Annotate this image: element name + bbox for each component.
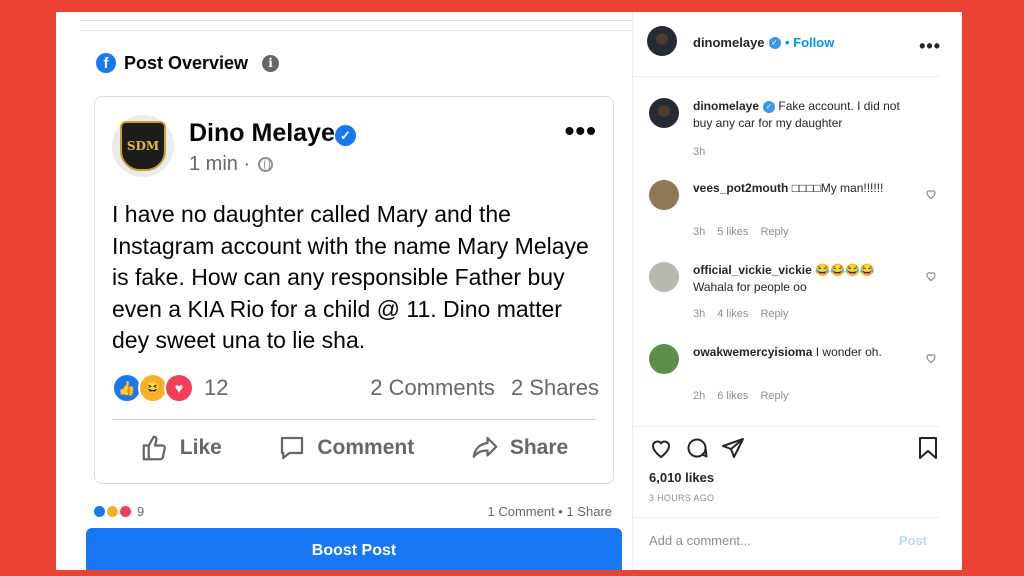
sdm-logo: SDM [120,121,166,171]
avatar[interactable] [649,98,679,128]
like-reaction-icon [94,506,105,517]
panel-header: f Post Overview i [96,50,280,76]
avatar[interactable] [649,262,679,292]
comment-meta: 2h 6 likes Reply [693,390,789,402]
post-comment-button[interactable]: Post [899,533,927,548]
reply-button[interactable]: Reply [760,390,788,402]
avatar[interactable] [649,180,679,210]
love-reaction-icon: ♥ [164,373,194,403]
page-avatar[interactable]: SDM [112,115,174,177]
caption-comment: dinomelaye ✓ Fake account. I did not buy … [649,98,939,178]
comment-text: □□□□My man!!!!!! [791,181,884,195]
comment-time[interactable]: 2h [693,390,705,402]
more-options-icon[interactable]: ••• [919,36,941,57]
like-label: Like [179,436,222,459]
comment-username[interactable]: vees_pot2mouth [693,181,788,195]
comment-likes[interactable]: 4 likes [717,308,748,320]
post-timestamp[interactable]: 3 HOURS AGO [649,493,714,503]
heart-icon[interactable] [925,188,937,200]
header-user-line: dinomelaye ✓ • Follow [693,34,834,52]
likes-count[interactable]: 6,010 likes [649,470,714,485]
share-arrow-icon [472,436,498,458]
facebook-logo-icon: f [96,53,116,73]
post-action-bar: Like Comment Share [112,433,596,463]
reply-button[interactable]: Reply [760,308,788,320]
comment-bubble-icon [281,436,304,460]
like-button[interactable]: Like [140,433,222,463]
post-action-bar [649,436,939,464]
divider [112,419,596,420]
divider [80,30,632,31]
divider [633,76,939,77]
facebook-post-overview-panel: f Post Overview i SDM Dino Melaye ✓ 1 mi… [80,12,632,570]
comment-time[interactable]: 3h [693,308,705,320]
divider [80,20,632,21]
comment-meta: 3h [693,146,705,158]
haha-reaction-icon [107,506,118,517]
reaction-count: 12 [204,375,229,400]
comment-body: dinomelaye ✓ Fake account. I did not buy … [693,98,901,132]
comment-likes[interactable]: 5 likes [717,226,748,238]
comment-item: vees_pot2mouth □□□□My man!!!!!! 3h 5 lik… [649,180,939,240]
post-author-name[interactable]: Dino Melaye [189,119,335,148]
comment-body: vees_pot2mouth □□□□My man!!!!!! [693,180,901,197]
panel-title: Post Overview [124,52,249,73]
mini-reactions[interactable]: 9 [94,504,144,519]
bookmark-icon[interactable] [917,436,939,460]
love-reaction-icon [120,506,131,517]
share-icon[interactable] [721,436,745,460]
post-stats: 2 Comments 2 Shares [370,375,599,401]
follow-button[interactable]: • Follow [785,35,834,50]
verified-badge-icon: ✓ [768,36,781,49]
instagram-post-panel: dinomelaye ✓ • Follow ••• dinomelaye ✓ Fak… [632,12,962,570]
screenshot-frame: f Post Overview i SDM Dino Melaye ✓ 1 mi… [56,12,962,570]
comment-username[interactable]: dinomelaye [693,99,759,113]
comment-time[interactable]: 3h [693,226,705,238]
comment-text: I wonder oh. [815,345,882,359]
boost-post-button[interactable]: Boost Post [86,528,622,570]
divider [633,426,939,427]
comment-username[interactable]: owakwemercyisioma [693,345,812,359]
comment-item: owakwemercyisioma I wonder oh. 2h 6 like… [649,344,939,404]
comment-body: owakwemercyisioma I wonder oh. [693,344,901,361]
avatar[interactable] [647,26,677,56]
comment-button[interactable]: Comment [277,433,414,463]
header-username[interactable]: dinomelaye [693,35,765,50]
post-card: SDM Dino Melaye ✓ 1 min · ••• I have no … [94,96,614,484]
post-timestamp[interactable]: 1 min · [189,153,250,176]
info-icon[interactable]: i [262,54,280,72]
globe-icon [258,157,273,172]
comment-time[interactable]: 3h [693,146,705,158]
reaction-count: 9 [137,504,145,519]
share-button[interactable]: Share [470,433,568,463]
instagram-post-header: dinomelaye ✓ • Follow ••• [633,22,941,68]
thumbs-up-icon [142,435,166,461]
comment-item: official_vickie_vickie 😂😂😂😂 Wahala for p… [649,262,939,322]
more-options-icon[interactable]: ••• [565,117,597,145]
verified-badge-icon: ✓ [763,100,776,113]
comment-meta: 3h 4 likes Reply [693,308,789,320]
reactions-summary[interactable]: 👍 😆 ♥ 12 [112,373,228,403]
comment-username[interactable]: official_vickie_vickie [693,263,812,277]
comment-meta: 3h 5 likes Reply [693,226,789,238]
comment-share-stats[interactable]: 1 Comment • 1 Share [488,504,613,519]
comment-body: official_vickie_vickie 😂😂😂😂 Wahala for p… [693,262,901,296]
heart-icon[interactable] [649,436,673,460]
heart-icon[interactable] [925,270,937,282]
avatar[interactable] [649,344,679,374]
comment-likes[interactable]: 6 likes [717,390,748,402]
heart-icon[interactable] [925,352,937,364]
post-summary-row: 9 1 Comment • 1 Share [94,504,612,519]
shares-count-link[interactable]: 2 Shares [511,375,599,401]
comment-icon[interactable] [685,436,709,460]
reply-button[interactable]: Reply [760,226,788,238]
add-comment-input[interactable]: Add a comment... [649,533,751,548]
divider [633,517,939,518]
post-body-text: I have no daughter called Mary and the I… [112,201,589,353]
comment-label: Comment [317,436,415,459]
verified-badge-icon: ✓ [335,125,356,146]
comments-count-link[interactable]: 2 Comments [370,375,495,401]
share-label: Share [509,436,569,459]
